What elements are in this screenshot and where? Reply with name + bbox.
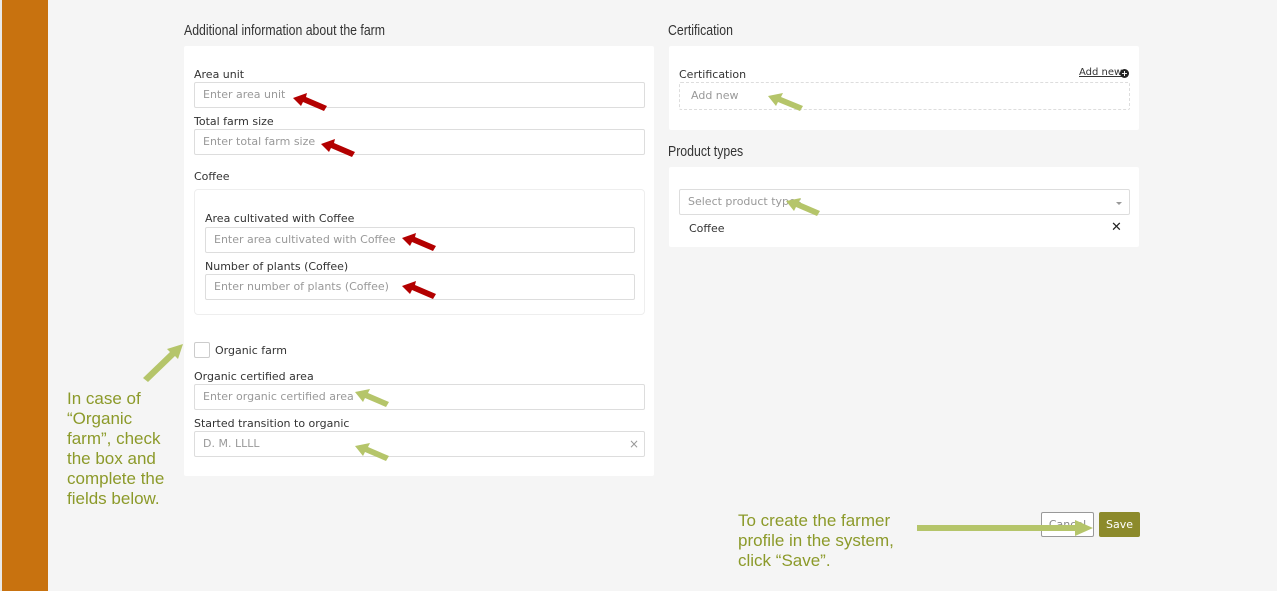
annotation-line: fields below. <box>67 489 160 508</box>
area-cultivated-label: Area cultivated with Coffee <box>205 212 355 225</box>
farm-info-title: Additional information about the farm <box>184 22 386 39</box>
organic-farm-checkbox[interactable] <box>194 342 210 358</box>
crop-label: Coffee <box>194 170 230 183</box>
close-icon[interactable]: × <box>629 437 639 451</box>
plants-input[interactable]: Enter number of plants (Coffee) <box>205 274 635 300</box>
area-unit-input[interactable]: Enter area unit <box>194 82 645 108</box>
product-types-select[interactable]: Select product types <box>679 189 1130 215</box>
organic-area-label: Organic certified area <box>194 370 314 383</box>
transition-label: Started transition to organic <box>194 417 350 430</box>
plants-label: Number of plants (Coffee) <box>205 260 349 273</box>
annotation-line: To create the farmer <box>738 511 891 530</box>
annotation-line: the box and <box>67 449 156 468</box>
annotation-line: “Organic <box>67 409 133 428</box>
organic-farm-label: Organic farm <box>215 344 287 357</box>
farm-info-card: Area unit Enter area unit Total farm siz… <box>184 46 654 476</box>
side-bar <box>0 0 48 591</box>
save-annotation: To create the farmer profile in the syst… <box>738 511 928 571</box>
add-new-link[interactable]: Add new <box>1079 67 1122 78</box>
plus-circle-icon[interactable]: + <box>1120 69 1129 78</box>
certification-label: Certification <box>679 68 747 81</box>
annotation-line: farm”, check <box>67 429 161 448</box>
annotation-line: In case of <box>67 389 141 408</box>
certification-input[interactable]: Add new <box>679 82 1130 110</box>
annotation-line: profile in the system, <box>738 531 894 550</box>
product-types-card: Select product types Coffee ✕ <box>669 167 1139 247</box>
chevron-down-icon[interactable] <box>1116 202 1122 205</box>
certification-title: Certification <box>668 22 733 39</box>
annotation-line: complete the <box>67 469 165 488</box>
close-icon[interactable]: ✕ <box>1111 220 1122 235</box>
organic-annotation: In case of “Organic farm”, check the box… <box>67 389 187 509</box>
crop-details-box: Area cultivated with Coffee Enter area c… <box>194 189 645 315</box>
area-unit-label: Area unit <box>194 68 245 81</box>
total-farm-size-label: Total farm size <box>194 115 274 128</box>
green-arrow-icon <box>143 344 183 382</box>
area-cultivated-input[interactable]: Enter area cultivated with Coffee <box>205 227 635 253</box>
organic-area-input[interactable]: Enter organic certified area <box>194 384 645 410</box>
total-farm-size-input[interactable]: Enter total farm size <box>194 129 645 155</box>
annotation-line: click “Save”. <box>738 551 831 570</box>
selected-product: Coffee <box>689 222 725 235</box>
cancel-button[interactable]: Cancel <box>1041 512 1094 537</box>
certification-card: Certification Add new + Add new <box>669 46 1139 130</box>
transition-date-input[interactable]: D. M. LLLL <box>194 431 645 457</box>
save-button[interactable]: Save <box>1099 512 1140 537</box>
product-types-title: Product types <box>668 143 744 160</box>
